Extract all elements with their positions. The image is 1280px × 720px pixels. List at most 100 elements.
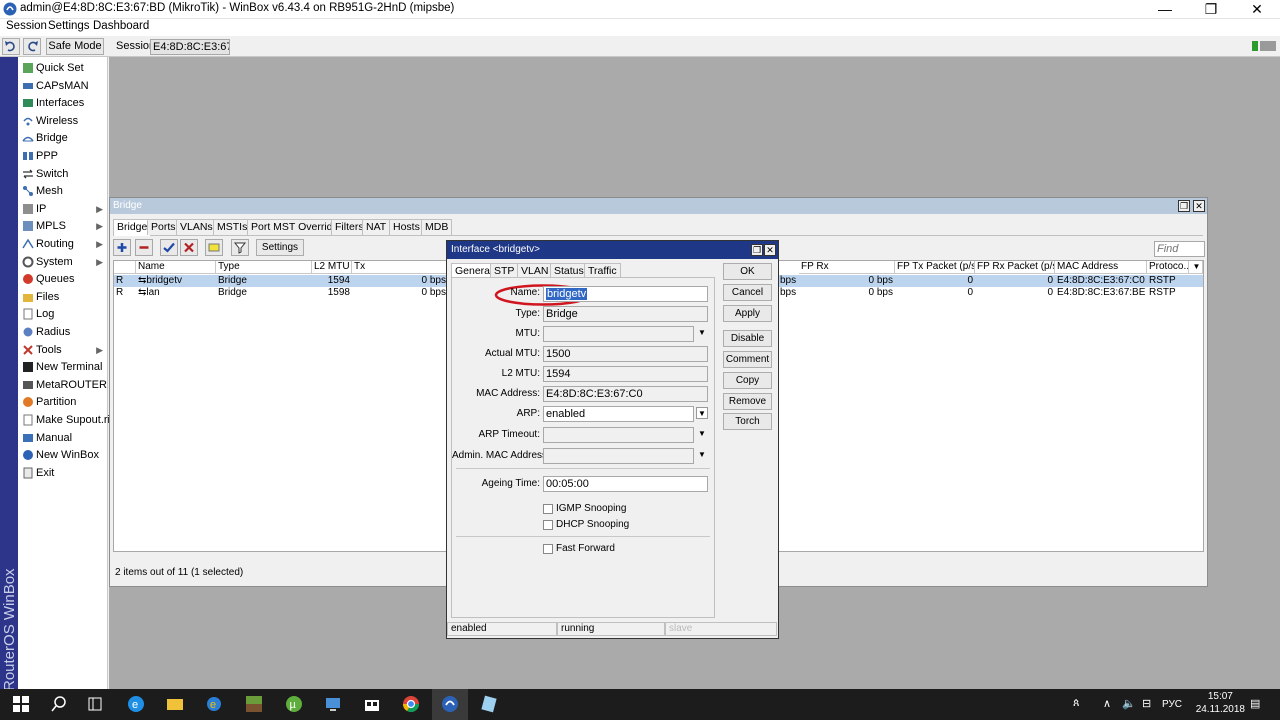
sidebar-item-quick-set[interactable]: Quick Set xyxy=(18,60,108,78)
arp-timeout-input[interactable] xyxy=(543,427,694,443)
chrome-app[interactable] xyxy=(393,689,429,720)
arp-dropdown-icon[interactable]: ▼ xyxy=(696,407,708,419)
network-app[interactable] xyxy=(315,689,351,720)
edge-app[interactable]: e xyxy=(118,689,154,720)
sidebar-item-mesh[interactable]: Mesh xyxy=(18,183,108,201)
redo-button[interactable] xyxy=(23,38,41,55)
col-fp-rx-packet[interactable]: FP Rx Packet (p/s) xyxy=(975,261,1055,274)
tab-mdb[interactable]: MDB xyxy=(421,219,453,235)
sidebar-item-new-winbox[interactable]: New WinBox xyxy=(18,447,108,465)
sidebar-item-tools[interactable]: Tools ▶ xyxy=(18,342,108,360)
col-flag[interactable] xyxy=(114,261,136,274)
safe-mode-button[interactable]: Safe Mode xyxy=(46,38,104,55)
name-input[interactable]: bridgetv xyxy=(543,286,708,302)
minimize-button[interactable]: — xyxy=(1142,0,1188,19)
ok-button[interactable]: OK xyxy=(723,263,772,280)
sidebar-item-system[interactable]: System ▶ xyxy=(18,254,108,272)
people-icon[interactable]: ጰ xyxy=(1073,697,1080,710)
sidebar-item-partition[interactable]: Partition xyxy=(18,394,108,412)
file-explorer-app[interactable] xyxy=(157,689,193,720)
tab-mstis[interactable]: MSTIs xyxy=(213,219,252,235)
arp-select[interactable]: enabled xyxy=(543,406,694,422)
col-name[interactable]: Name xyxy=(136,261,216,274)
action-center-icon[interactable]: ▤ xyxy=(1250,697,1260,710)
utorrent-app[interactable]: µ xyxy=(276,689,312,720)
col-type[interactable]: Type xyxy=(216,261,312,274)
session-field[interactable]: E4:8D:8C:E3:67:BD xyxy=(150,39,230,55)
remove-button[interactable] xyxy=(135,239,153,256)
tab-vlans[interactable]: VLANs xyxy=(176,219,217,235)
maximize-button[interactable]: ❐ xyxy=(1188,0,1234,19)
comment-button[interactable] xyxy=(205,239,223,256)
bridge-maximize-button[interactable]: ❐ xyxy=(1178,200,1190,212)
dialog-maximize-button[interactable]: ❐ xyxy=(751,244,763,256)
enable-button[interactable] xyxy=(160,239,178,256)
copy-button[interactable]: Copy xyxy=(723,372,772,389)
disable-button[interactable]: Disable xyxy=(723,330,772,347)
menu-settings[interactable]: Settings xyxy=(48,20,90,32)
winbox-taskbar-app[interactable] xyxy=(432,689,468,720)
col-fp-tx-packet[interactable]: FP Tx Packet (p/s) xyxy=(895,261,975,274)
remove-button[interactable]: Remove xyxy=(723,393,772,410)
undo-button[interactable] xyxy=(2,38,20,55)
settings-button[interactable]: Settings xyxy=(256,239,304,256)
sidebar-item-make-supout[interactable]: Make Supout.rif xyxy=(18,412,113,430)
task-view-button[interactable] xyxy=(77,689,113,720)
tab-nat[interactable]: NAT xyxy=(362,219,391,235)
sidebar-item-new-terminal[interactable]: New Terminal xyxy=(18,359,108,377)
ie-app[interactable]: e xyxy=(196,689,232,720)
torch-button[interactable]: Torch xyxy=(723,413,772,430)
disable-button[interactable] xyxy=(180,239,198,256)
sidebar-item-wireless[interactable]: Wireless xyxy=(18,113,108,131)
find-input[interactable] xyxy=(1154,241,1205,257)
admin-mac-input[interactable] xyxy=(543,448,694,464)
add-button[interactable] xyxy=(113,239,131,256)
network-tray-icon[interactable]: ⊟ xyxy=(1142,697,1151,710)
dialog-close-button[interactable]: ✕ xyxy=(764,244,776,256)
menu-dashboard[interactable]: Dashboard xyxy=(93,20,149,32)
sidebar-item-radius[interactable]: Radius xyxy=(18,324,108,342)
tab-ports[interactable]: Ports xyxy=(147,219,180,235)
comment-button[interactable]: Comment xyxy=(723,351,772,368)
notes-app[interactable] xyxy=(471,689,507,720)
igmp-snooping-checkbox[interactable] xyxy=(543,504,553,514)
tab-bridge[interactable]: Bridge xyxy=(113,219,152,236)
admin-mac-dropdown-icon[interactable]: ▼ xyxy=(696,449,708,461)
tray-chevron-up-icon[interactable]: ∧ xyxy=(1103,697,1111,710)
taskbar-clock[interactable]: 15:07 24.11.2018 xyxy=(1196,690,1245,716)
cancel-button[interactable]: Cancel xyxy=(723,284,772,301)
sidebar-item-queues[interactable]: Queues xyxy=(18,271,108,289)
col-tx[interactable]: Tx xyxy=(352,261,448,274)
sidebar-item-metarouter[interactable]: MetaROUTER xyxy=(18,377,108,395)
col-l2mtu[interactable]: L2 MTU xyxy=(312,261,352,274)
sidebar-item-files[interactable]: Files xyxy=(18,289,108,307)
dhcp-snooping-checkbox[interactable] xyxy=(543,520,553,530)
apply-button[interactable]: Apply xyxy=(723,305,772,322)
arp-timeout-dropdown-icon[interactable]: ▼ xyxy=(696,428,708,440)
start-button[interactable] xyxy=(3,689,39,720)
store-app[interactable] xyxy=(354,689,390,720)
close-button[interactable]: ✕ xyxy=(1234,0,1280,19)
sidebar-item-bridge[interactable]: Bridge xyxy=(18,130,108,148)
sidebar-item-mpls[interactable]: MPLS ▶ xyxy=(18,218,108,236)
menu-session[interactable]: Session xyxy=(6,20,47,32)
ageing-time-input[interactable]: 00:05:00 xyxy=(543,476,708,492)
filter-button[interactable] xyxy=(231,239,249,256)
sidebar-item-capsman[interactable]: CAPsMAN xyxy=(18,78,108,96)
col-protocol[interactable]: Protoco... xyxy=(1147,261,1189,274)
volume-icon[interactable]: 🔈 xyxy=(1122,697,1136,710)
col-mac-address[interactable]: MAC Address xyxy=(1055,261,1147,274)
sidebar-item-switch[interactable]: Switch xyxy=(18,166,108,184)
columns-dropdown-icon[interactable]: ▼ xyxy=(1189,261,1203,274)
taskbar-search-button[interactable] xyxy=(41,689,77,720)
sidebar-item-ip[interactable]: IP ▶ xyxy=(18,201,108,219)
language-indicator[interactable]: РУС xyxy=(1162,699,1182,710)
sidebar-item-log[interactable]: Log xyxy=(18,306,108,324)
minecraft-app[interactable] xyxy=(236,689,272,720)
sidebar-item-manual[interactable]: Manual xyxy=(18,430,108,448)
sidebar-item-ppp[interactable]: PPP xyxy=(18,148,108,166)
sidebar-item-interfaces[interactable]: Interfaces xyxy=(18,95,108,113)
tab-hosts[interactable]: Hosts xyxy=(389,219,424,235)
col-fp-rx[interactable]: FP Rx xyxy=(799,261,895,274)
mtu-dropdown-icon[interactable]: ▼ xyxy=(696,327,708,339)
